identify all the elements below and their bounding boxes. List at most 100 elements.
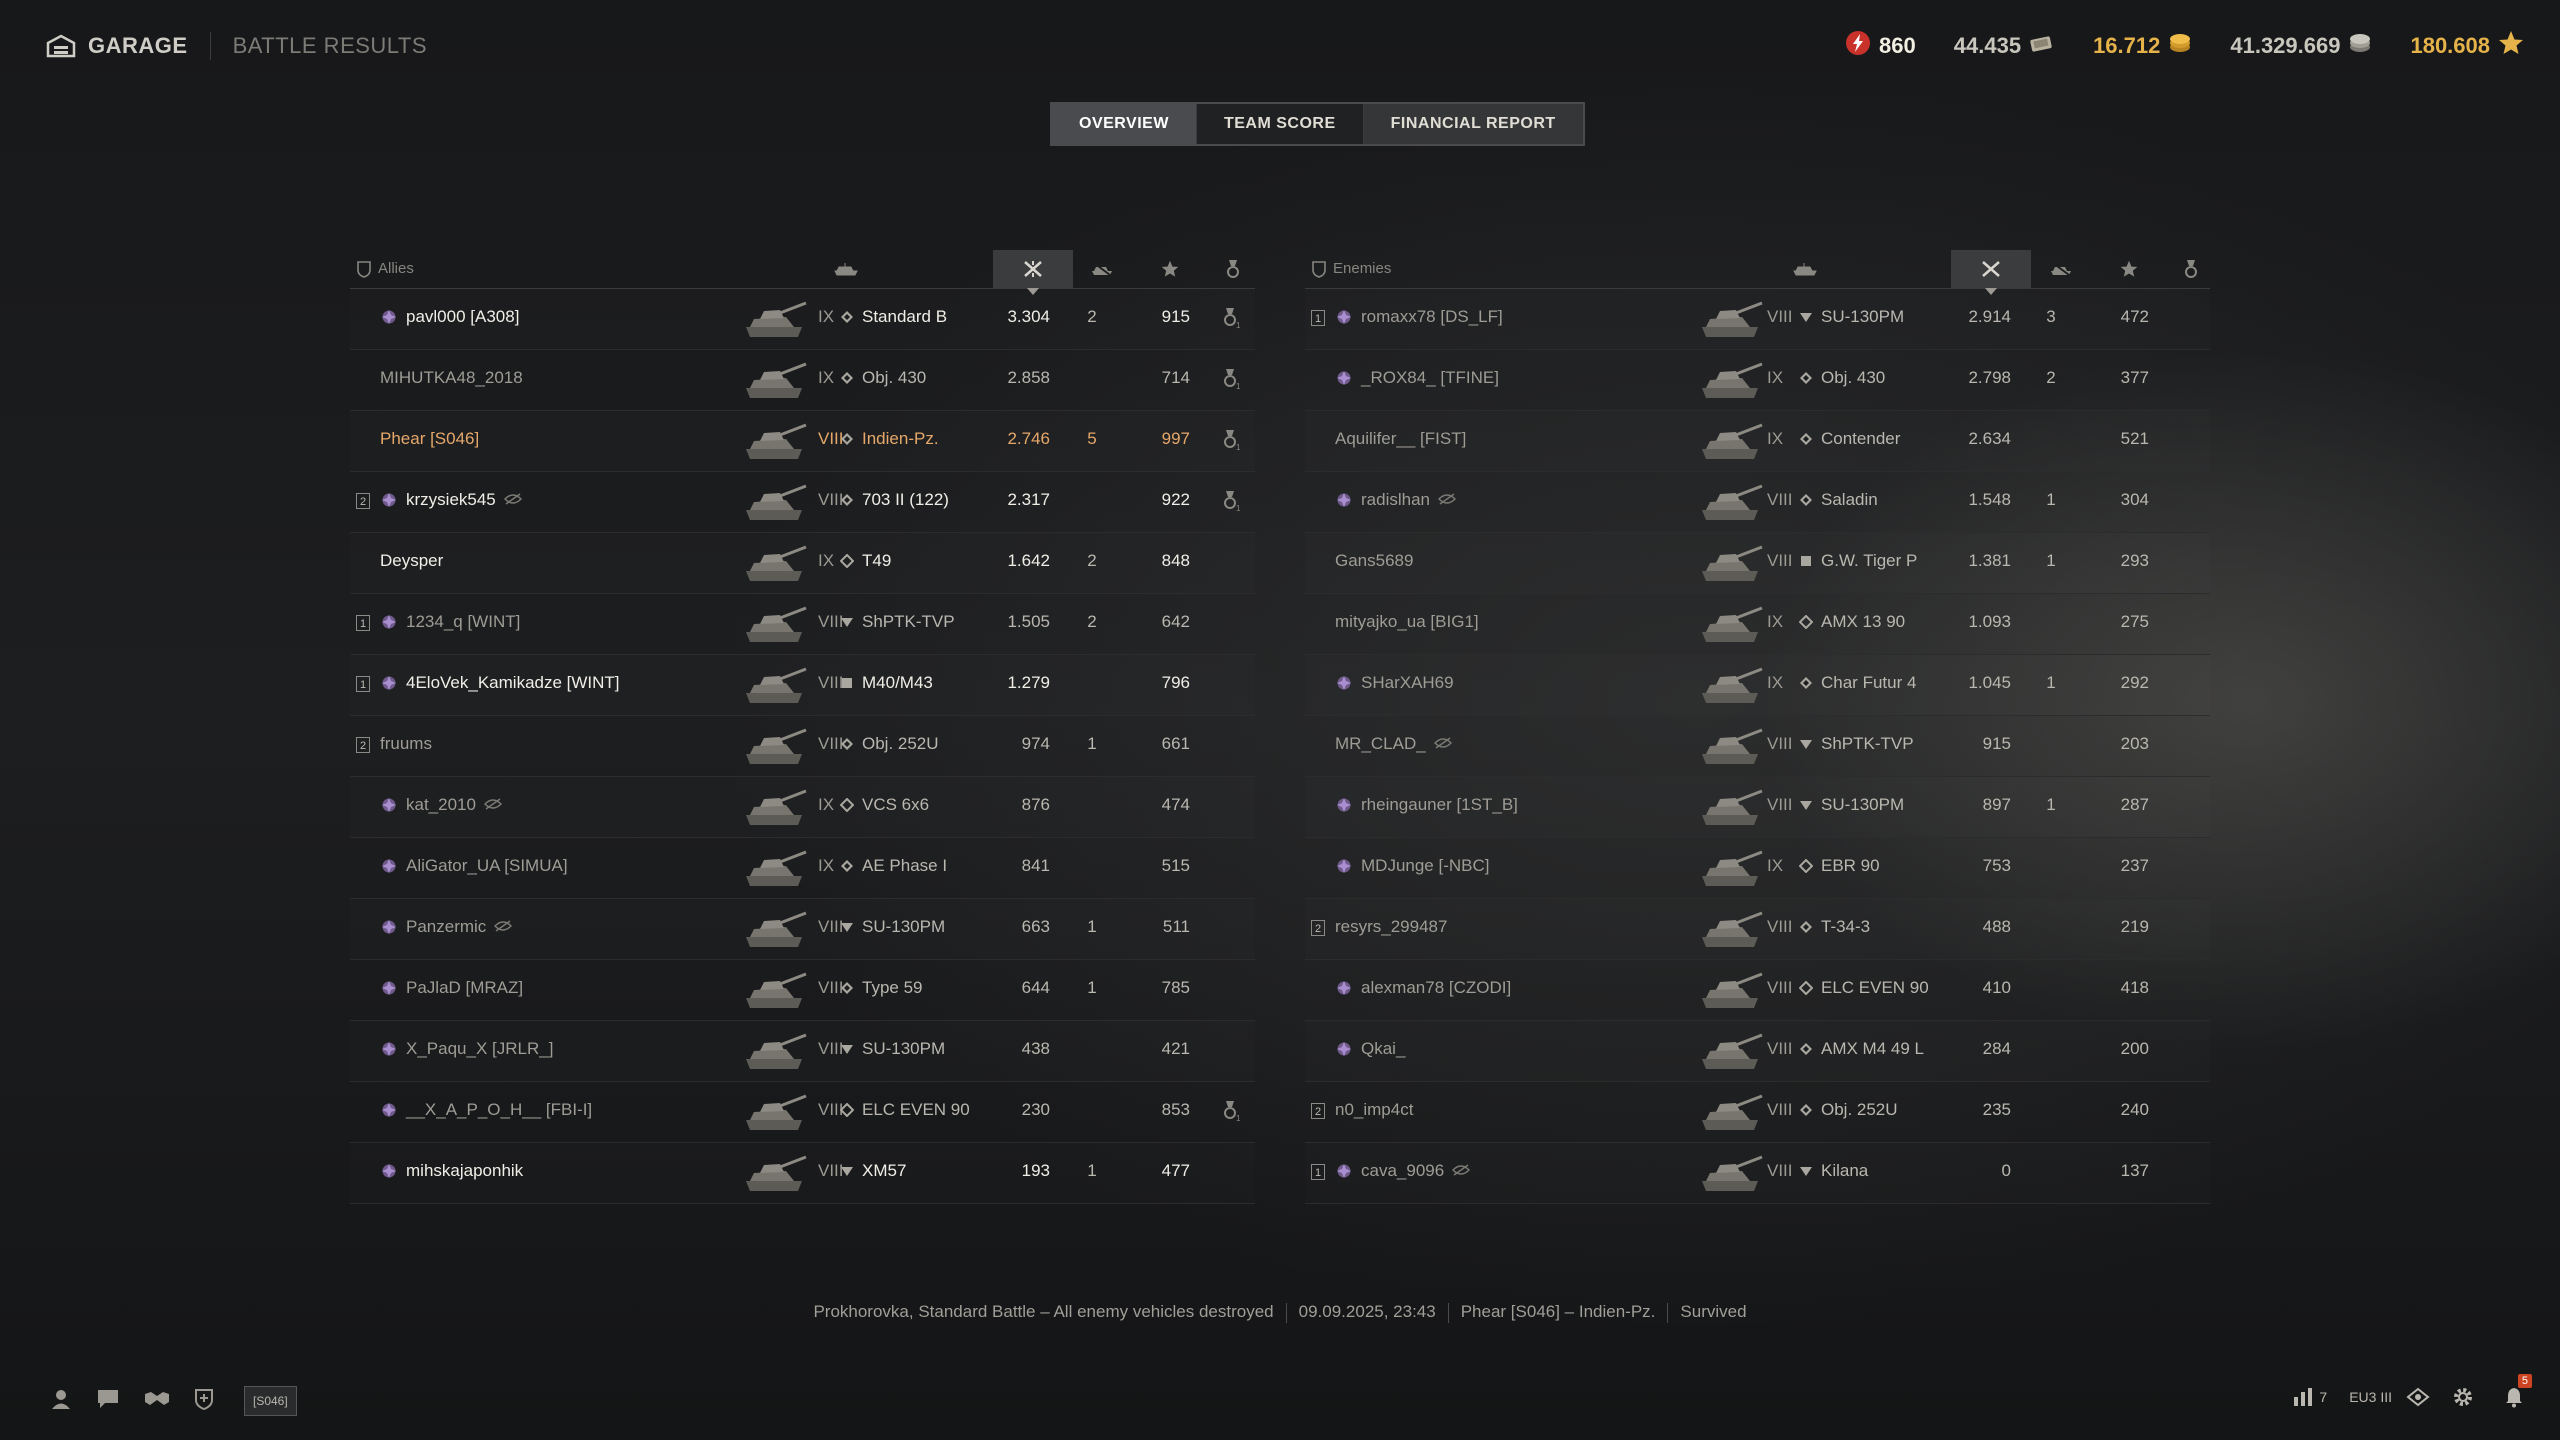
bonds-counter[interactable]: 44.435 [1954, 33, 2055, 59]
player-name[interactable]: mihskajaponhik [406, 1161, 523, 1181]
player-name[interactable]: alexman78 [CZODI] [1361, 978, 1511, 998]
clan-emblem-icon [380, 674, 400, 694]
server-stats[interactable]: 7 [2293, 1387, 2327, 1407]
notifications-button[interactable]: 5 [2504, 1374, 2532, 1408]
garage-link[interactable]: GARAGE [46, 33, 188, 59]
tab-team-score[interactable]: TEAM SCORE [1197, 104, 1364, 144]
player-row[interactable]: AliGator_UA [SIMUA] IX AE Phase I 841 515 [350, 838, 1255, 899]
player-row[interactable]: MDJunge [-NBC] IX EBR 90 753 237 [1305, 838, 2210, 899]
player-row[interactable]: 1 4EloVek_Kamikadze [WINT] VIII M40/M43 1.27… [350, 655, 1255, 716]
player-row[interactable]: 1 cava_9096 VIII Kilana 0 137 [1305, 1143, 2210, 1204]
player-vehicle: Phear [S046] – Indien-Pz. [1460, 1302, 1656, 1321]
sort-by-medals[interactable] [1215, 250, 1251, 288]
sort-by-kills[interactable] [1082, 250, 1122, 288]
player-row[interactable]: 2 resyrs_299487 VIII T-34-3 488 219 [1305, 899, 2210, 960]
sort-by-damage[interactable] [1951, 250, 2031, 295]
sort-by-kills[interactable] [2041, 250, 2081, 288]
hidden-name-icon [1433, 735, 1452, 755]
player-name[interactable]: mityajko_ua [BIG1] [1335, 612, 1479, 632]
player-name[interactable]: __X_A_P_O_H__ [FBI-I] [406, 1100, 592, 1120]
server-select[interactable]: EU3 III [2349, 1389, 2392, 1405]
network-icon-button[interactable] [2406, 1387, 2430, 1407]
player-row[interactable]: Phear [S046] VIII Indien-Pz. 2.746 5 997 1 [350, 411, 1255, 472]
shield-icon [357, 261, 371, 278]
player-row[interactable]: __X_A_P_O_H__ [FBI-I] VIII ELC EVEN 90 230 8… [350, 1082, 1255, 1143]
player-row[interactable]: SHarXAH69 IX Char Futur 4 1.045 1 292 [1305, 655, 2210, 716]
player-row[interactable]: 1 1234_q [WINT] VIII ShPTK-TVP 1.505 2 642 [350, 594, 1255, 655]
free-xp-counter[interactable]: 180.608 [2410, 30, 2524, 62]
player-name[interactable]: X_Paqu_X [JRLR_] [406, 1039, 553, 1059]
player-row[interactable]: mihskajaponhik VIII XM57 193 1 477 [350, 1143, 1255, 1204]
player-row[interactable]: 2 fruums VIII Obj. 252U 974 1 661 [350, 716, 1255, 777]
player-row[interactable]: radislhan VIII Saladin 1.548 1 304 [1305, 472, 2210, 533]
player-name[interactable]: pavl000 [A308] [406, 307, 519, 327]
energy-counter[interactable]: 860 [1845, 30, 1916, 62]
clan-shield-icon[interactable] [194, 1388, 214, 1415]
player-name[interactable]: krzysiek545 [406, 490, 522, 511]
player-row[interactable]: rheingauner [1ST_B] VIII SU-130PM 897 1 287 [1305, 777, 2210, 838]
tab-overview[interactable]: OVERVIEW [1052, 104, 1197, 144]
player-name[interactable]: SHarXAH69 [1361, 673, 1454, 693]
player-name[interactable]: Panzermic [406, 917, 513, 938]
sort-by-damage[interactable] [993, 250, 1073, 295]
player-row[interactable]: pavl000 [A308] IX Standard B 3.304 2 915 1 [350, 289, 1255, 350]
chat-icon[interactable] [96, 1388, 120, 1415]
damage-value: 0 [2001, 1161, 2011, 1180]
player-name[interactable]: 1234_q [WINT] [406, 612, 520, 632]
player-row[interactable]: MIHUTKA48_2018 IX Obj. 430 2.858 714 1 [350, 350, 1255, 411]
player-name[interactable]: MDJunge [-NBC] [1361, 856, 1489, 876]
player-name[interactable]: MIHUTKA48_2018 [380, 368, 523, 388]
player-name[interactable]: fruums [380, 734, 432, 754]
vehicle-class-icon [1799, 493, 1813, 507]
credits-counter[interactable]: 41.329.669 [2230, 32, 2372, 60]
vehicle-tier: IX [818, 795, 835, 814]
player-row[interactable]: Gans5689 VIII G.W. Tiger P 1.381 1 293 [1305, 533, 2210, 594]
contacts-icon[interactable] [50, 1388, 72, 1415]
sort-by-xp[interactable] [2111, 250, 2147, 288]
player-row[interactable]: 1 romaxx78 [DS_LF] VIII SU-130PM 2.914 3 472 [1305, 289, 2210, 350]
player-row[interactable]: Qkai_ VIII AMX M4 49 L 284 200 [1305, 1021, 2210, 1082]
settings-button[interactable] [2452, 1386, 2474, 1408]
player-name[interactable]: Deysper [380, 551, 443, 571]
player-name[interactable]: MR_CLAD_ [1335, 734, 1452, 755]
player-row[interactable]: Deysper IX T49 1.642 2 848 [350, 533, 1255, 594]
player-name[interactable]: 4EloVek_Kamikadze [WINT] [406, 673, 620, 693]
player-row[interactable]: _ROX84_ [TFINE] IX Obj. 430 2.798 2 377 [1305, 350, 2210, 411]
player-name[interactable]: Aquilifer__ [FIST] [1335, 429, 1466, 449]
player-name[interactable]: radislhan [1361, 490, 1457, 511]
gold-counter[interactable]: 16.712 [2093, 32, 2192, 60]
player-name[interactable]: cava_9096 [1361, 1161, 1471, 1182]
player-row[interactable]: 2 n0_imp4ct VIII Obj. 252U 235 240 [1305, 1082, 2210, 1143]
player-row[interactable]: Panzermic VIII SU-130PM 663 1 511 [350, 899, 1255, 960]
player-name[interactable]: Gans5689 [1335, 551, 1413, 571]
player-row[interactable]: Aquilifer__ [FIST] IX Contender 2.634 521 [1305, 411, 2210, 472]
vehicle-class-icon [1799, 554, 1813, 568]
player-name[interactable]: romaxx78 [DS_LF] [1361, 307, 1503, 327]
xp-value: 237 [2120, 856, 2149, 875]
sort-by-vehicle[interactable] [1781, 250, 1829, 288]
player-row[interactable]: MR_CLAD_ VIII ShPTK-TVP 915 203 [1305, 716, 2210, 777]
player-row[interactable]: alexman78 [CZODI] VIII ELC EVEN 90 410 418 [1305, 960, 2210, 1021]
player-row[interactable]: 2 krzysiek545 VIII 703 II (122) 2.317 922 1 [350, 472, 1255, 533]
tab-financial-report[interactable]: FINANCIAL REPORT [1363, 104, 1583, 144]
sort-by-vehicle[interactable] [822, 250, 870, 288]
player-row[interactable]: X_Paqu_X [JRLR_] VIII SU-130PM 438 421 [350, 1021, 1255, 1082]
player-row[interactable]: PaJlaD [MRAZ] VIII Type 59 644 1 785 [350, 960, 1255, 1021]
player-name[interactable]: resyrs_299487 [1335, 917, 1447, 937]
player-name[interactable]: kat_2010 [406, 795, 503, 816]
player-name[interactable]: Phear [S046] [380, 429, 479, 449]
tank-icon [1793, 263, 1817, 276]
clan-tag-button[interactable]: [S046] [244, 1386, 297, 1416]
sort-by-medals[interactable] [2173, 250, 2209, 288]
player-name[interactable]: n0_imp4ct [1335, 1100, 1413, 1120]
player-name[interactable]: PaJlaD [MRAZ] [406, 978, 523, 998]
player-name[interactable]: rheingauner [1ST_B] [1361, 795, 1518, 815]
xp-value: 292 [2120, 673, 2149, 692]
handshake-icon[interactable] [144, 1388, 170, 1415]
player-name[interactable]: Qkai_ [1361, 1039, 1405, 1059]
player-name[interactable]: _ROX84_ [TFINE] [1361, 368, 1499, 388]
sort-by-xp[interactable] [1152, 250, 1188, 288]
player-name[interactable]: AliGator_UA [SIMUA] [406, 856, 568, 876]
player-row[interactable]: kat_2010 IX VCS 6x6 876 474 [350, 777, 1255, 838]
player-row[interactable]: mityajko_ua [BIG1] IX AMX 13 90 1.093 275 [1305, 594, 2210, 655]
